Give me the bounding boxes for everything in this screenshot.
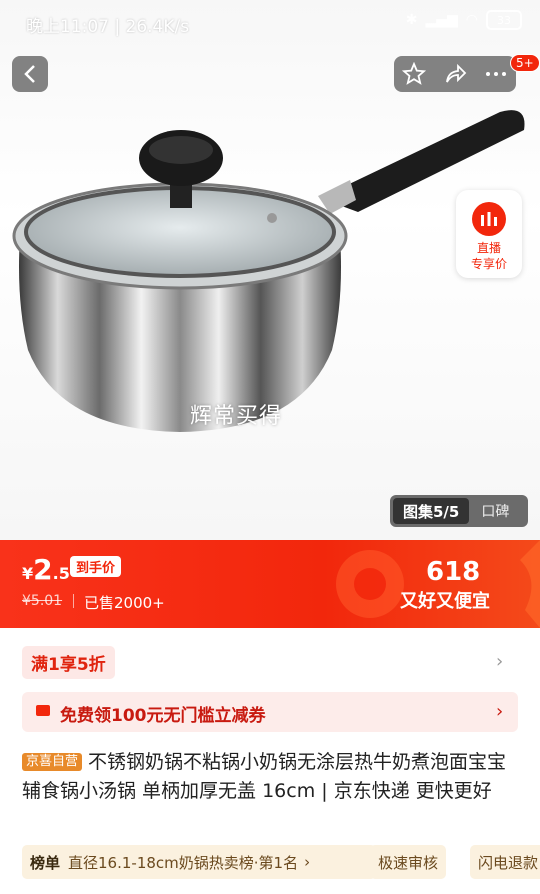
wifi-icon: ◠ [465, 12, 478, 28]
refund-chip[interactable]: 闪电退款 [470, 845, 540, 879]
discount-chip[interactable]: 满1享5折 [22, 646, 115, 679]
star-icon[interactable] [402, 62, 427, 86]
live-icon [472, 202, 506, 236]
ranking-chip[interactable]: 榜单 直径16.1-18cm奶锅热卖榜·第1名 › [22, 845, 376, 879]
final-price-tag: 到手价 [70, 556, 122, 577]
share-icon[interactable] [443, 62, 467, 86]
price-integer: 2 [33, 553, 53, 586]
divider [73, 594, 74, 608]
chevron-right-icon[interactable]: › [496, 651, 503, 672]
status-time: 晚上11:07 | 26.4K/s [26, 17, 190, 37]
coupon-icon [36, 705, 50, 716]
promo-618: 618 [426, 557, 481, 587]
live-label: 直播 [476, 241, 501, 255]
sold-count: 已售2000+ [84, 594, 165, 612]
coupon-text: 免费领100元无门槛立减券 [60, 706, 266, 726]
live-price-button[interactable]: 直播 专享价 [456, 190, 522, 278]
tab-gallery[interactable]: 图集5/5 [393, 498, 470, 524]
header-actions [394, 56, 516, 92]
product-title: 京喜自营 不锈钢奶锅不粘锅小奶锅无涂层热牛奶煮泡面宝宝辅食锅小汤锅 单柄加厚无盖 … [22, 748, 522, 806]
self-operated-tag: 京喜自营 [22, 753, 83, 771]
signal-icon: ▂▄▆ [425, 12, 458, 28]
original-price: ¥5.01 [22, 593, 63, 609]
chevron-right-icon: › [304, 853, 311, 871]
ranking-label: 榜单 [30, 853, 61, 872]
bluetooth-icon: ✱ [405, 12, 418, 28]
chevron-right-icon: › [496, 701, 504, 722]
message-badge: 5+ [510, 54, 540, 72]
review-chip[interactable]: 极速审核 [370, 845, 447, 879]
price-decimal: .5 [52, 564, 70, 583]
back-button[interactable] [12, 56, 48, 92]
status-icons: ✱ ▂▄▆ ◠ 33 [406, 10, 522, 30]
current-price: ¥2.5 [22, 553, 70, 586]
live-price-label: 专享价 [470, 257, 507, 271]
ranking-text: 直径16.1-18cm奶锅热卖榜·第1名 [68, 853, 299, 872]
product-title-text: 不锈钢奶锅不粘锅小奶锅无涂层热牛奶煮泡面宝宝辅食锅小汤锅 单柄加厚无盖 16cm… [22, 751, 507, 802]
more-icon[interactable] [484, 62, 508, 86]
battery-icon: 33 [486, 10, 522, 30]
chevron-left-icon [24, 65, 35, 83]
currency-symbol: ¥ [22, 564, 34, 583]
tab-reviews[interactable]: 口碑 [469, 501, 509, 521]
image-watermark: 辉常买得 [190, 404, 283, 429]
promo-slogan: 又好又便宜 [400, 591, 490, 612]
gallery-switch: 图集5/5 口碑 [390, 495, 528, 527]
